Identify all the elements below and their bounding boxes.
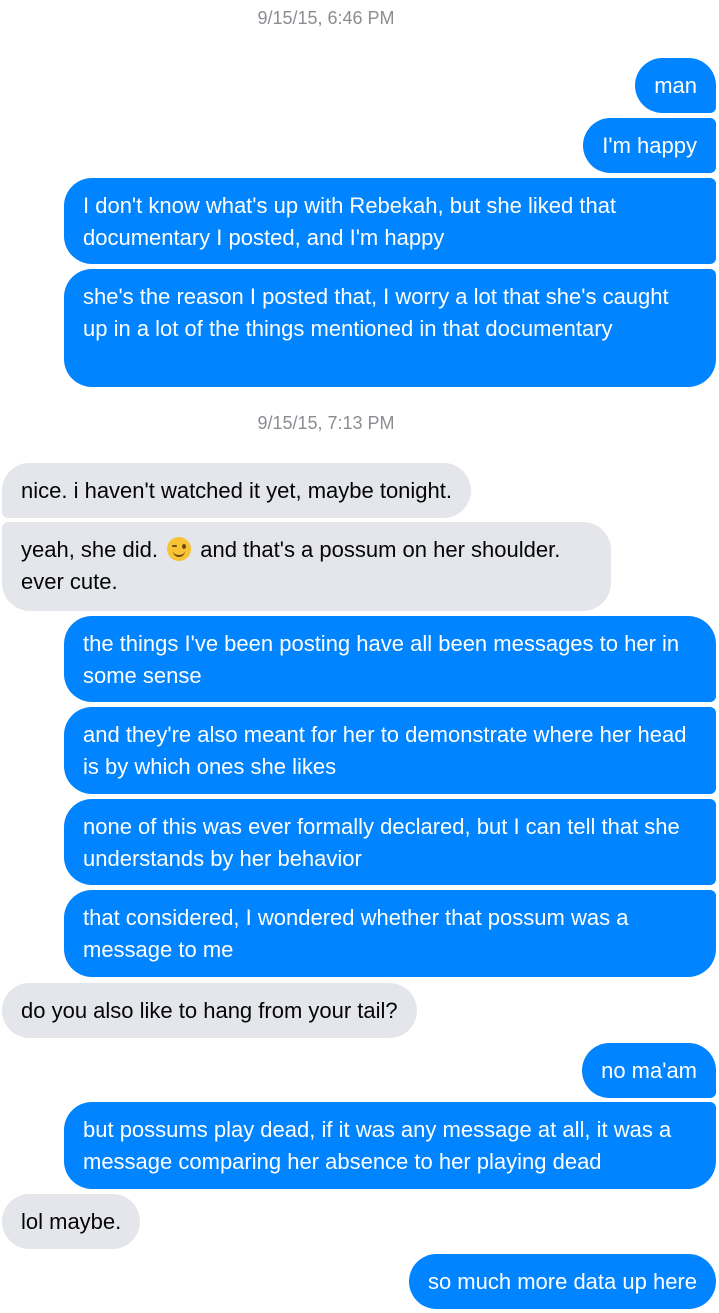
received-message[interactable]: lol maybe. [2,1194,141,1249]
received-message[interactable]: nice. i haven't watched it yet, maybe to… [2,463,471,518]
message-text: nice. i haven't watched it yet, maybe to… [21,478,452,503]
message-text: man [654,73,697,98]
received-message[interactable]: yeah, she did. and that's a possum on he… [2,522,611,611]
message-text: lol maybe. [21,1209,122,1234]
message-text: that considered, I wondered whether that… [83,905,629,962]
message-text-start: yeah, she did. [21,537,158,562]
sent-message[interactable]: I'm happy [583,118,716,173]
sent-message[interactable]: but possums play dead, if it was any mes… [64,1102,716,1189]
message-text: I don't know what's up with Rebekah, but… [83,193,617,250]
message-text: no ma'am [601,1058,697,1083]
sent-message[interactable]: none of this was ever formally declared,… [64,799,716,885]
sent-message[interactable]: that considered, I wondered whether that… [64,890,716,977]
sent-message[interactable]: she's the reason I posted that, I worry … [64,269,716,387]
timestamp: 9/15/15, 6:46 PM [257,8,395,28]
message-text: none of this was ever formally declared,… [83,814,680,871]
sent-message[interactable]: the things I've been posting have all be… [64,616,716,702]
received-message[interactable]: do you also like to hang from your tail? [2,983,417,1038]
winking-face-emoji-icon [167,537,192,561]
message-text: so much more data up here [427,1269,697,1294]
message-thread: 9/15/15, 6:46 PM man I'm happy I don't k… [0,0,719,1313]
sent-message[interactable]: no ma'am [582,1043,716,1098]
message-text: do you also like to hang from your tail? [21,998,398,1023]
sent-message[interactable]: and they're also meant for her to demons… [64,707,716,794]
sent-message[interactable]: I don't know what's up with Rebekah, but… [64,178,716,264]
timestamp: 9/15/15, 7:13 PM [257,413,395,433]
sent-message[interactable]: so much more data up here [408,1254,716,1309]
sent-message[interactable]: man [635,58,716,113]
message-text: she's the reason I posted that, I worry … [83,284,669,341]
message-text: but possums play dead, if it was any mes… [83,1117,672,1174]
message-text: the things I've been posting have all be… [83,631,680,688]
message-text: I'm happy [602,133,697,158]
message-text: and they're also meant for her to demons… [83,722,687,779]
